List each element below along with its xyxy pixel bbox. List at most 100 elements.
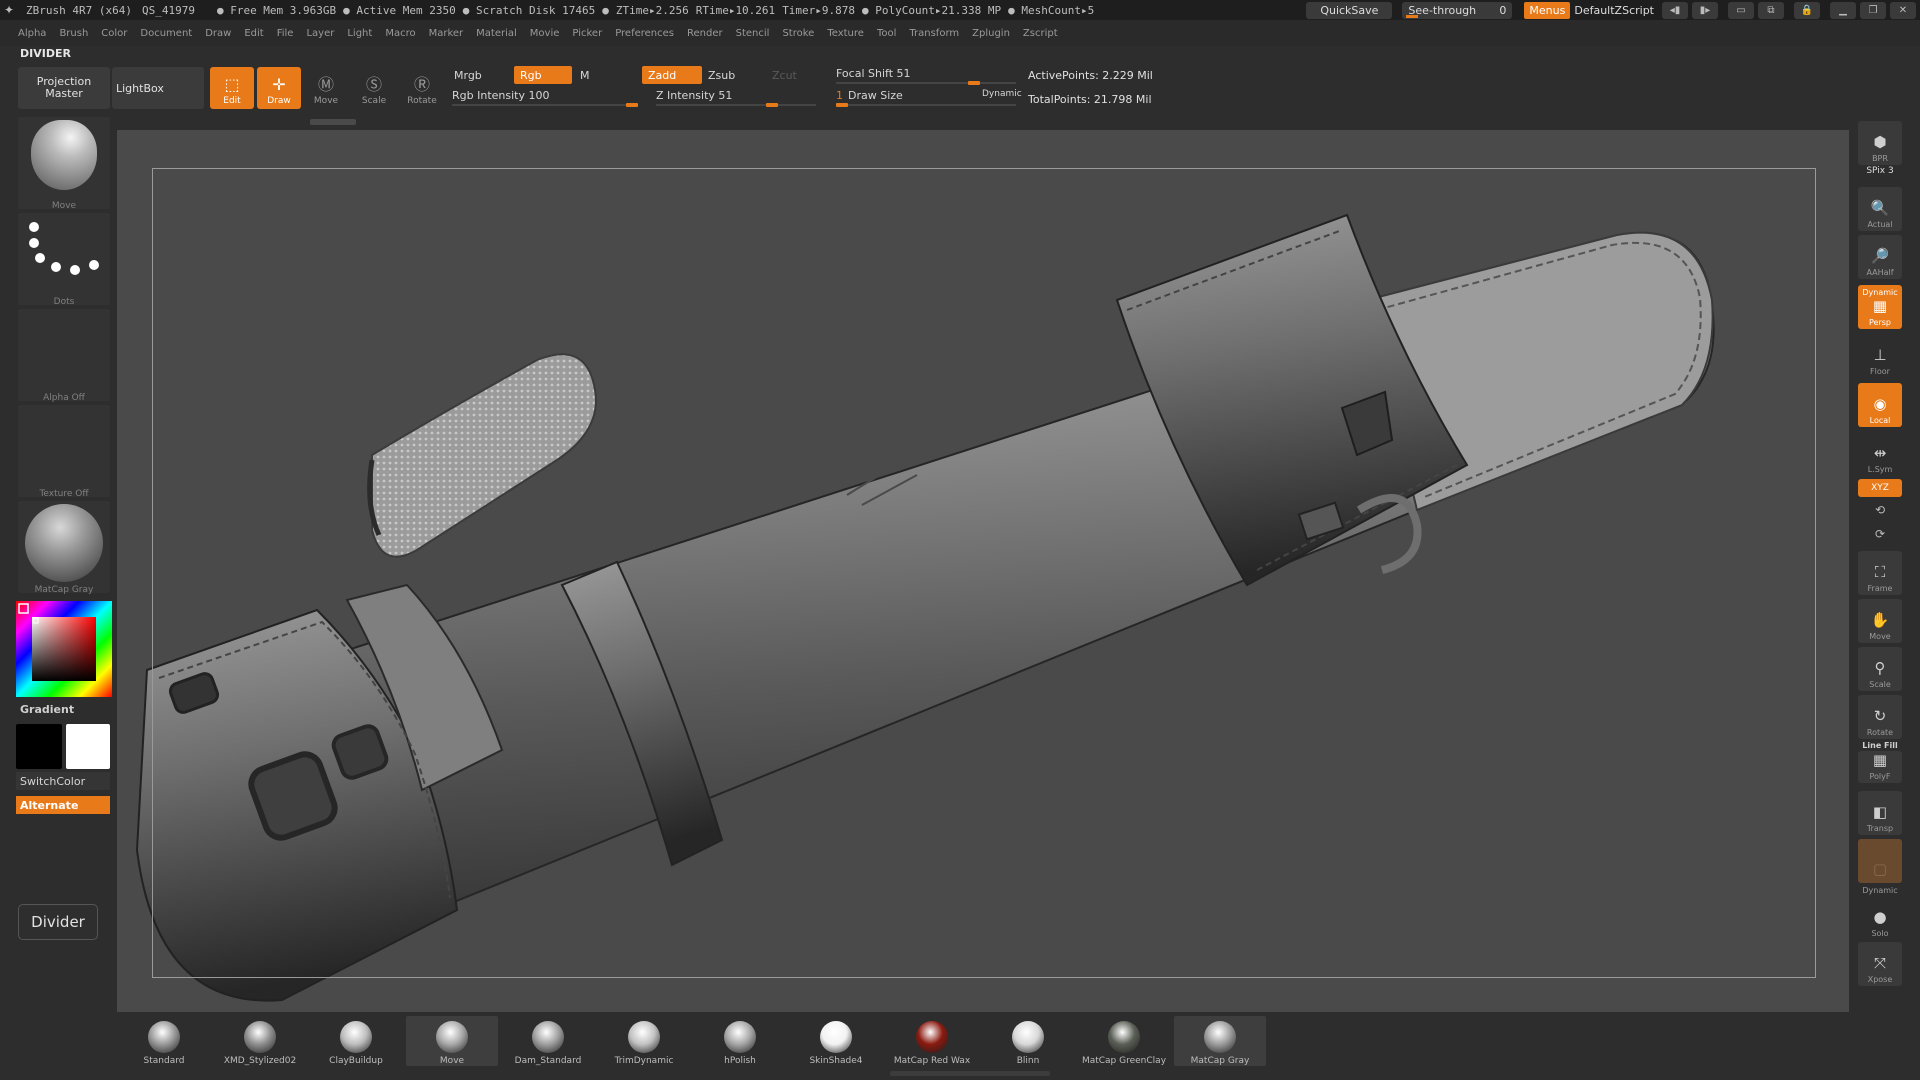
material-swatch[interactable]: Dam_Standard	[502, 1016, 594, 1066]
menu-document[interactable]: Document	[140, 28, 192, 39]
material-swatch[interactable]: MatCap Red Wax	[886, 1016, 978, 1066]
close-icon[interactable]: ✕	[1890, 1, 1916, 19]
rgb-toggle[interactable]: Rgb	[514, 66, 572, 84]
brush-thumbnail[interactable]: Move	[18, 117, 110, 211]
menu-alpha[interactable]: Alpha	[18, 28, 46, 39]
projection-master-button[interactable]: Projection Master	[18, 67, 110, 109]
zcut-toggle[interactable]: Zcut	[766, 66, 803, 84]
spix-slider[interactable]: SPix 3	[1858, 166, 1902, 176]
ui-swap-icon[interactable]: ⧉	[1758, 1, 1784, 19]
z-intensity-knob[interactable]	[766, 103, 778, 107]
seethrough-knob[interactable]	[1406, 14, 1419, 18]
menu-layer[interactable]: Layer	[306, 28, 334, 39]
material-swatch[interactable]: XMD_Stylized02	[214, 1016, 306, 1066]
seethrough-slider[interactable]: See-through 0	[1402, 1, 1513, 19]
restore-icon[interactable]: ❐	[1860, 1, 1886, 19]
layout-left-icon[interactable]: ◂▮	[1662, 1, 1688, 19]
material-swatch[interactable]: Blinn	[982, 1016, 1074, 1066]
lock-icon[interactable]: 🔒	[1794, 1, 1820, 19]
material-swatch[interactable]: Move	[406, 1016, 498, 1066]
material-swatch[interactable]: MatCap Gray	[1174, 1016, 1266, 1066]
z-intensity-slider[interactable]: Z Intensity 51	[656, 86, 816, 107]
draw-button[interactable]: ✛ Draw	[257, 67, 301, 109]
menu-stencil[interactable]: Stencil	[736, 28, 770, 39]
material-thumbnail[interactable]: MatCap Gray	[18, 501, 110, 595]
solo-button[interactable]: ● Solo	[1858, 896, 1902, 940]
material-swatch[interactable]: Standard	[118, 1016, 210, 1066]
menu-light[interactable]: Light	[347, 28, 372, 39]
material-swatch[interactable]: hPolish	[694, 1016, 786, 1066]
menu-color[interactable]: Color	[101, 28, 127, 39]
menu-picker[interactable]: Picker	[572, 28, 602, 39]
scale-button[interactable]: Ⓢ Scale	[352, 67, 396, 109]
move-button[interactable]: Ⓜ Move	[304, 67, 348, 109]
main-color-swatch[interactable]	[16, 724, 62, 769]
menu-stroke[interactable]: Stroke	[782, 28, 814, 39]
gradient-label[interactable]: Gradient	[20, 703, 74, 716]
draw-size-knob[interactable]	[836, 103, 848, 107]
switchcolor-button[interactable]: SwitchColor	[16, 772, 110, 790]
menu-zscript[interactable]: Zscript	[1023, 28, 1058, 39]
material-swatch[interactable]: ClayBuildup	[310, 1016, 402, 1066]
transp-button[interactable]: ◧ Transp	[1858, 791, 1902, 835]
menu-edit[interactable]: Edit	[244, 28, 263, 39]
polyf-button[interactable]: ▦ PolyF	[1858, 751, 1902, 783]
shelf-scrollbar[interactable]	[310, 119, 356, 125]
material-shelf-scrollbar[interactable]	[890, 1071, 1050, 1076]
menus-toggle[interactable]: Menus	[1524, 1, 1571, 19]
layout-right-icon[interactable]: ▮▸	[1692, 1, 1718, 19]
default-zscript-button[interactable]: DefaultZScript	[1574, 4, 1654, 17]
menu-zplugin[interactable]: Zplugin	[972, 28, 1010, 39]
rgb-intensity-knob[interactable]	[626, 103, 638, 107]
actual-button[interactable]: 🔍 Actual	[1858, 187, 1902, 231]
minimize-icon[interactable]: ▁	[1830, 1, 1856, 19]
zadd-toggle[interactable]: Zadd	[642, 66, 702, 84]
m-toggle[interactable]: M	[574, 66, 596, 84]
zsub-toggle[interactable]: Zsub	[702, 66, 741, 84]
material-swatch[interactable]: MatCap GreenClay	[1078, 1016, 1170, 1066]
menu-material[interactable]: Material	[476, 28, 517, 39]
alpha-thumbnail[interactable]: Alpha Off	[18, 309, 110, 403]
material-swatch[interactable]: SkinShade4	[790, 1016, 882, 1066]
menu-marker[interactable]: Marker	[429, 28, 464, 39]
scale-view-button[interactable]: ⚲ Scale	[1858, 647, 1902, 691]
menu-texture[interactable]: Texture	[827, 28, 864, 39]
menu-draw[interactable]: Draw	[205, 28, 231, 39]
frame-button[interactable]: ⛶ Frame	[1858, 551, 1902, 595]
stroke-thumbnail[interactable]: Dots	[18, 213, 110, 307]
persp-button[interactable]: Dynamic ▦ Persp	[1858, 285, 1902, 329]
xyz-button[interactable]: XYZ	[1858, 479, 1902, 497]
rotate-z-icon[interactable]: ⟳	[1858, 527, 1902, 541]
local-button[interactable]: ◉ Local	[1858, 383, 1902, 427]
ghost-button[interactable]: ▢	[1858, 839, 1902, 883]
menu-file[interactable]: File	[277, 28, 294, 39]
menu-transform[interactable]: Transform	[909, 28, 959, 39]
dynamic-draw-size-toggle[interactable]: Dynamic	[976, 85, 1028, 103]
rotate-y-icon[interactable]: ⟲	[1858, 503, 1902, 517]
menu-brush[interactable]: Brush	[59, 28, 88, 39]
mrgb-toggle[interactable]: Mrgb	[448, 66, 488, 84]
secondary-color-swatch[interactable]	[66, 724, 110, 769]
menu-movie[interactable]: Movie	[530, 28, 560, 39]
move-view-button[interactable]: ✋ Move	[1858, 599, 1902, 643]
focal-shift-slider[interactable]: Focal Shift 51	[836, 64, 1016, 85]
ui-layout-icon[interactable]: ▭	[1728, 1, 1754, 19]
divider-button[interactable]: Divider	[18, 904, 98, 940]
lsym-button[interactable]: ⇹ L.Sym	[1858, 432, 1902, 476]
menu-render[interactable]: Render	[687, 28, 723, 39]
rotate-view-button[interactable]: ↻ Rotate	[1858, 695, 1902, 739]
quicksave-button[interactable]: QuickSave	[1306, 1, 1393, 19]
rgb-intensity-slider[interactable]: Rgb Intensity 100	[452, 86, 638, 107]
menu-tool[interactable]: Tool	[877, 28, 896, 39]
alternate-toggle[interactable]: Alternate	[16, 796, 110, 814]
material-swatch[interactable]: TrimDynamic	[598, 1016, 690, 1066]
texture-thumbnail[interactable]: Texture Off	[18, 405, 110, 499]
bpr-button[interactable]: ⬢ BPR	[1858, 121, 1902, 165]
menu-preferences[interactable]: Preferences	[615, 28, 674, 39]
aahalf-button[interactable]: 🔎 AAHalf	[1858, 235, 1902, 279]
lightbox-button[interactable]: LightBox	[112, 67, 204, 109]
floor-button[interactable]: ⊥ Floor	[1858, 334, 1902, 378]
edit-button[interactable]: ⬚ Edit	[210, 67, 254, 109]
menu-macro[interactable]: Macro	[385, 28, 415, 39]
xpose-button[interactable]: ⤧ Xpose	[1858, 942, 1902, 986]
